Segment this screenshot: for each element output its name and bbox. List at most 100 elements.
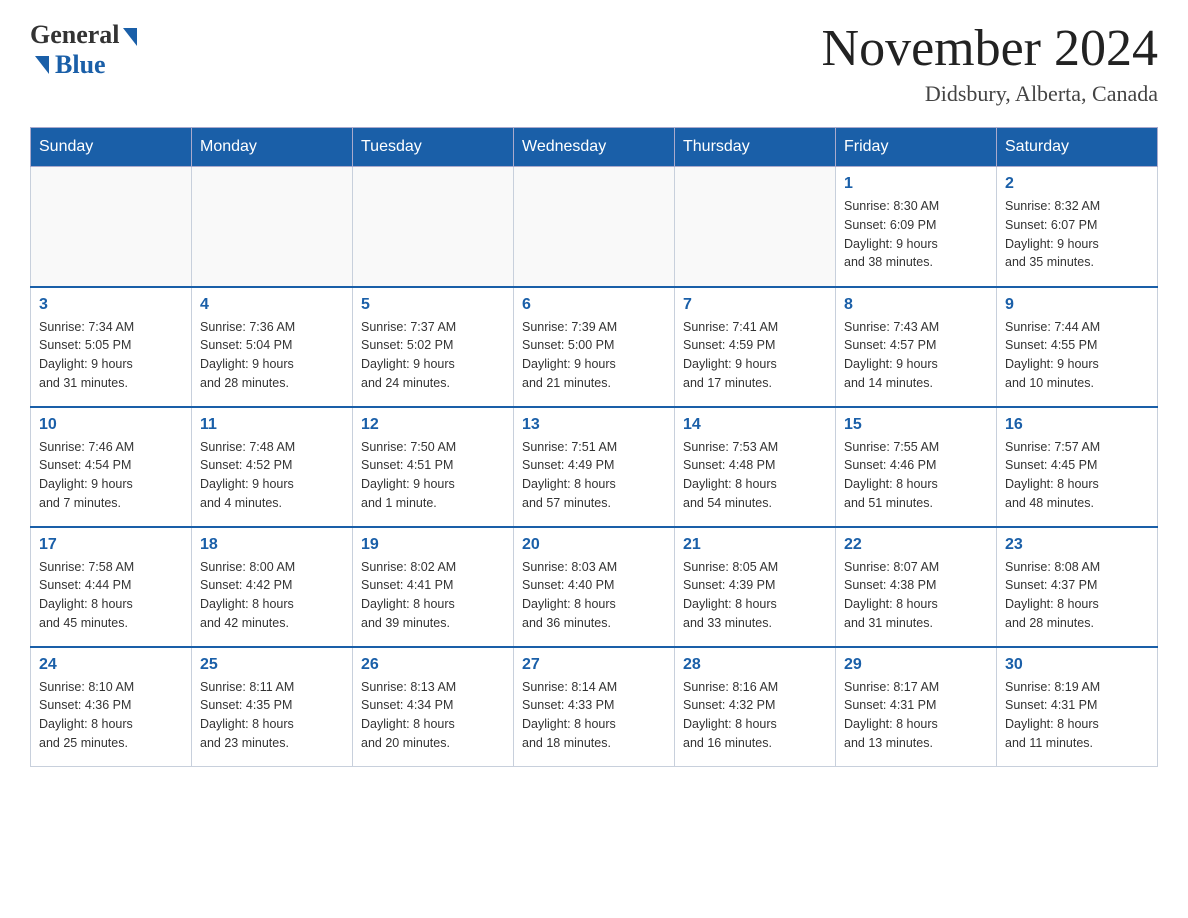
logo-arrow-icon2 bbox=[35, 56, 49, 74]
calendar-cell: 1Sunrise: 8:30 AMSunset: 6:09 PMDaylight… bbox=[836, 167, 997, 287]
day-info: Sunrise: 8:19 AMSunset: 4:31 PMDaylight:… bbox=[1005, 678, 1149, 753]
calendar-cell bbox=[31, 167, 192, 287]
calendar-cell bbox=[675, 167, 836, 287]
day-info: Sunrise: 7:57 AMSunset: 4:45 PMDaylight:… bbox=[1005, 438, 1149, 513]
logo-arrow-icon bbox=[123, 28, 137, 46]
calendar-cell: 22 Sunrise: 8:07 AMSunset: 4:38 PMDayligh… bbox=[836, 527, 997, 647]
calendar-cell: 27 Sunrise: 8:14 AMSunset: 4:33 PMDayligh… bbox=[514, 647, 675, 767]
calendar-cell: 23Sunrise: 8:08 AMSunset: 4:37 PMDayligh… bbox=[997, 527, 1158, 647]
day-number: 25 bbox=[200, 656, 344, 674]
calendar-cell: 26 Sunrise: 8:13 AMSunset: 4:34 PMDayligh… bbox=[353, 647, 514, 767]
day-info: Sunrise: 7:53 AMSunset: 4:48 PMDaylight:… bbox=[683, 438, 827, 513]
day-number: 2 bbox=[1005, 175, 1149, 193]
day-number: 28 bbox=[683, 656, 827, 674]
weekday-header-thursday: Thursday bbox=[675, 128, 836, 167]
calendar-cell bbox=[353, 167, 514, 287]
logo-general-text: General bbox=[30, 20, 120, 50]
day-info: Sunrise: 7:55 AMSunset: 4:46 PMDaylight:… bbox=[844, 438, 988, 513]
day-info: Sunrise: 7:34 AMSunset: 5:05 PMDaylight:… bbox=[39, 318, 183, 393]
calendar-cell: 21Sunrise: 8:05 AMSunset: 4:39 PMDayligh… bbox=[675, 527, 836, 647]
calendar-cell: 7 Sunrise: 7:41 AMSunset: 4:59 PMDaylight… bbox=[675, 287, 836, 407]
calendar-cell: 4Sunrise: 7:36 AMSunset: 5:04 PMDaylight… bbox=[192, 287, 353, 407]
day-number: 14 bbox=[683, 416, 827, 434]
calendar-cell bbox=[514, 167, 675, 287]
calendar-cell: 30 Sunrise: 8:19 AMSunset: 4:31 PMDayligh… bbox=[997, 647, 1158, 767]
calendar-cell: 18 Sunrise: 8:00 AMSunset: 4:42 PMDayligh… bbox=[192, 527, 353, 647]
day-number: 22 bbox=[844, 536, 988, 554]
day-number: 7 bbox=[683, 296, 827, 314]
day-info: Sunrise: 8:05 AMSunset: 4:39 PMDaylight:… bbox=[683, 558, 827, 633]
calendar-week-row: 17 Sunrise: 7:58 AMSunset: 4:44 PMDayligh… bbox=[31, 527, 1158, 647]
day-number: 30 bbox=[1005, 656, 1149, 674]
day-info: Sunrise: 8:10 AMSunset: 4:36 PMDaylight:… bbox=[39, 678, 183, 753]
calendar-cell: 25Sunrise: 8:11 AMSunset: 4:35 PMDayligh… bbox=[192, 647, 353, 767]
calendar-cell: 29 Sunrise: 8:17 AMSunset: 4:31 PMDayligh… bbox=[836, 647, 997, 767]
day-number: 18 bbox=[200, 536, 344, 554]
weekday-header-wednesday: Wednesday bbox=[514, 128, 675, 167]
title-section: November 2024 Didsbury, Alberta, Canada bbox=[822, 20, 1158, 107]
day-number: 16 bbox=[1005, 416, 1149, 434]
calendar-cell: 8Sunrise: 7:43 AMSunset: 4:57 PMDaylight… bbox=[836, 287, 997, 407]
day-info: Sunrise: 8:07 AMSunset: 4:38 PMDaylight:… bbox=[844, 558, 988, 633]
page-header: General Blue November 2024 Didsbury, Alb… bbox=[30, 20, 1158, 107]
day-number: 15 bbox=[844, 416, 988, 434]
logo-blue-text: Blue bbox=[55, 50, 106, 80]
calendar-cell: 11 Sunrise: 7:48 AMSunset: 4:52 PMDayligh… bbox=[192, 407, 353, 527]
day-info: Sunrise: 8:17 AMSunset: 4:31 PMDaylight:… bbox=[844, 678, 988, 753]
calendar-table: SundayMondayTuesdayWednesdayThursdayFrid… bbox=[30, 127, 1158, 767]
day-info: Sunrise: 7:48 AMSunset: 4:52 PMDaylight:… bbox=[200, 438, 344, 513]
calendar-week-row: 1Sunrise: 8:30 AMSunset: 6:09 PMDaylight… bbox=[31, 167, 1158, 287]
day-info: Sunrise: 7:37 AMSunset: 5:02 PMDaylight:… bbox=[361, 318, 505, 393]
calendar-cell: 15 Sunrise: 7:55 AMSunset: 4:46 PMDayligh… bbox=[836, 407, 997, 527]
day-number: 13 bbox=[522, 416, 666, 434]
day-number: 20 bbox=[522, 536, 666, 554]
day-number: 27 bbox=[522, 656, 666, 674]
calendar-cell: 2 Sunrise: 8:32 AMSunset: 6:07 PMDaylight… bbox=[997, 167, 1158, 287]
day-number: 24 bbox=[39, 656, 183, 674]
day-number: 29 bbox=[844, 656, 988, 674]
day-info: Sunrise: 7:36 AMSunset: 5:04 PMDaylight:… bbox=[200, 318, 344, 393]
day-number: 5 bbox=[361, 296, 505, 314]
calendar-cell: 19 Sunrise: 8:02 AMSunset: 4:41 PMDayligh… bbox=[353, 527, 514, 647]
day-info: Sunrise: 7:41 AMSunset: 4:59 PMDaylight:… bbox=[683, 318, 827, 393]
day-number: 12 bbox=[361, 416, 505, 434]
calendar-cell: 6Sunrise: 7:39 AMSunset: 5:00 PMDaylight… bbox=[514, 287, 675, 407]
day-info: Sunrise: 8:13 AMSunset: 4:34 PMDaylight:… bbox=[361, 678, 505, 753]
day-info: Sunrise: 7:50 AMSunset: 4:51 PMDaylight:… bbox=[361, 438, 505, 513]
day-info: Sunrise: 7:51 AMSunset: 4:49 PMDaylight:… bbox=[522, 438, 666, 513]
day-number: 3 bbox=[39, 296, 183, 314]
day-info: Sunrise: 8:14 AMSunset: 4:33 PMDaylight:… bbox=[522, 678, 666, 753]
day-info: Sunrise: 8:02 AMSunset: 4:41 PMDaylight:… bbox=[361, 558, 505, 633]
calendar-cell: 24 Sunrise: 8:10 AMSunset: 4:36 PMDayligh… bbox=[31, 647, 192, 767]
calendar-cell: 16 Sunrise: 7:57 AMSunset: 4:45 PMDayligh… bbox=[997, 407, 1158, 527]
calendar-cell: 3 Sunrise: 7:34 AMSunset: 5:05 PMDaylight… bbox=[31, 287, 192, 407]
calendar-week-row: 24 Sunrise: 8:10 AMSunset: 4:36 PMDayligh… bbox=[31, 647, 1158, 767]
day-number: 10 bbox=[39, 416, 183, 434]
day-info: Sunrise: 8:00 AMSunset: 4:42 PMDaylight:… bbox=[200, 558, 344, 633]
day-info: Sunrise: 8:32 AMSunset: 6:07 PMDaylight:… bbox=[1005, 197, 1149, 272]
weekday-header-row: SundayMondayTuesdayWednesdayThursdayFrid… bbox=[31, 128, 1158, 167]
calendar-cell: 28 Sunrise: 8:16 AMSunset: 4:32 PMDayligh… bbox=[675, 647, 836, 767]
calendar-cell: 10 Sunrise: 7:46 AMSunset: 4:54 PMDayligh… bbox=[31, 407, 192, 527]
day-info: Sunrise: 7:44 AMSunset: 4:55 PMDaylight:… bbox=[1005, 318, 1149, 393]
day-number: 11 bbox=[200, 416, 344, 434]
weekday-header-friday: Friday bbox=[836, 128, 997, 167]
day-number: 26 bbox=[361, 656, 505, 674]
calendar-cell: 9 Sunrise: 7:44 AMSunset: 4:55 PMDaylight… bbox=[997, 287, 1158, 407]
weekday-header-sunday: Sunday bbox=[31, 128, 192, 167]
calendar-cell: 17 Sunrise: 7:58 AMSunset: 4:44 PMDayligh… bbox=[31, 527, 192, 647]
day-number: 17 bbox=[39, 536, 183, 554]
weekday-header-saturday: Saturday bbox=[997, 128, 1158, 167]
day-info: Sunrise: 7:58 AMSunset: 4:44 PMDaylight:… bbox=[39, 558, 183, 633]
calendar-cell: 20 Sunrise: 8:03 AMSunset: 4:40 PMDayligh… bbox=[514, 527, 675, 647]
calendar-cell: 14 Sunrise: 7:53 AMSunset: 4:48 PMDayligh… bbox=[675, 407, 836, 527]
day-info: Sunrise: 8:03 AMSunset: 4:40 PMDaylight:… bbox=[522, 558, 666, 633]
day-number: 19 bbox=[361, 536, 505, 554]
day-info: Sunrise: 7:46 AMSunset: 4:54 PMDaylight:… bbox=[39, 438, 183, 513]
month-title: November 2024 bbox=[822, 20, 1158, 77]
day-info: Sunrise: 8:16 AMSunset: 4:32 PMDaylight:… bbox=[683, 678, 827, 753]
day-info: Sunrise: 8:30 AMSunset: 6:09 PMDaylight:… bbox=[844, 197, 988, 272]
day-number: 9 bbox=[1005, 296, 1149, 314]
calendar-cell: 12 Sunrise: 7:50 AMSunset: 4:51 PMDayligh… bbox=[353, 407, 514, 527]
weekday-header-tuesday: Tuesday bbox=[353, 128, 514, 167]
